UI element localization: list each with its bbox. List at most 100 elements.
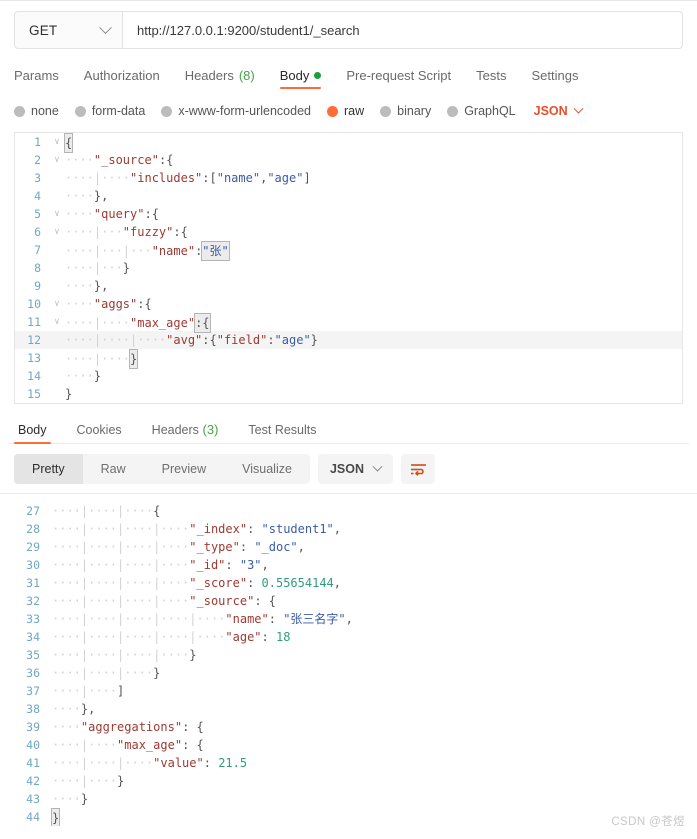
response-body-viewer[interactable]: 27 ····|····|····{28 ····|····|····|····"_… [14,502,683,826]
line-number: 13 [27,351,41,365]
line-number: 44 [26,810,40,824]
code-line: 33 ····|····|····|····|····"name": "张三名字"… [14,610,683,628]
body-type-radio-group: none form-data x-www-form-urlencoded raw bin… [14,100,683,122]
fold-toggle-icon[interactable]: ∨ [51,313,63,331]
token-k: "aggs" [93,297,138,311]
code-line-text: ····|····|····|····} [50,646,683,664]
body-type-form-data[interactable]: form-data [74,104,145,118]
code-line: 2 ∨ ····"_source":{ [15,151,682,169]
body-type-raw[interactable]: raw [327,104,364,118]
chevron-down-icon [99,20,112,34]
token-ind: ····|···· [52,774,118,788]
token-ind: ···· [65,369,94,383]
body-type-label: binary [397,104,432,118]
view-mode-visualize[interactable]: Visualize [224,454,310,484]
code-line: 15} [15,385,682,403]
view-mode-pretty[interactable]: Pretty [14,454,83,484]
token-p: } [93,369,102,383]
body-present-dot-icon [314,72,322,79]
token-s: "_doc" [254,540,298,554]
body-type-none[interactable]: none [14,104,59,118]
line-number: 6 [34,225,41,239]
token-p: :{ [144,207,159,221]
line-number: 32 [26,594,40,608]
token-p: { [153,504,161,518]
fold-toggle-icon[interactable]: ∨ [51,223,63,241]
token-p: } [189,648,197,662]
fold-toggle-icon[interactable]: ∨ [51,295,63,313]
line-number: 35 [26,648,40,662]
url-input[interactable]: http://127.0.0.1:9200/student1/_search [123,12,682,48]
code-line-text: ····|····] [50,682,683,700]
code-line: 40 ····|····"max_age": { [14,736,683,754]
line-number: 37 [26,684,40,698]
response-tab-body[interactable]: Body [14,423,51,444]
token-ind: ····|····|···· [52,756,154,770]
request-tab-bar: Params Authorization Headers (8) Body Pre-req… [14,61,683,89]
view-mode-raw[interactable]: Raw [83,454,144,484]
body-type-binary[interactable]: binary [380,104,431,118]
line-number: 34 [26,630,40,644]
code-line: 44} [14,808,683,826]
response-tab-test-results[interactable]: Test Results [244,423,320,443]
token-ind: ····|····|···· [52,504,154,518]
code-line: 5 ∨ ····"query":{ [15,205,682,223]
request-tab-settings[interactable]: Settings [531,68,591,89]
code-line-text: ····|····|····|····"_type": "_doc", [50,538,683,556]
body-format-select[interactable]: JSON [534,103,584,118]
request-tab-params[interactable]: Params [14,68,72,89]
request-tab-tests[interactable]: Tests [476,68,519,89]
code-line: 8 ····|···} [15,259,682,277]
token-ind: ····|····|····|···· [52,576,190,590]
code-line: 43 ····} [14,790,683,808]
word-wrap-icon [410,464,426,476]
request-body-editor[interactable]: 1 ∨{2 ∨ ····"_source":{3 ····|····"includes"… [14,132,683,404]
token-p: , [261,558,269,572]
response-tab-headers[interactable]: Headers (3) [148,422,223,443]
token-p: } [51,808,61,826]
token-p: : { [182,738,204,752]
fold-toggle-icon[interactable]: ∨ [51,205,63,223]
token-p: : [203,756,219,770]
token-k: "max_age" [130,316,196,330]
request-tab-headers[interactable]: Headers (8) [185,68,268,89]
code-line-text: ····|····|····|····|····"age": 18 [50,628,683,646]
body-type-graphql[interactable]: GraphQL [447,104,516,118]
token-k: "name" [151,244,196,258]
response-toolbar: Pretty Raw Preview Visualize JSON [14,454,683,484]
request-tab-authorization[interactable]: Authorization [84,68,173,89]
response-tab-cookies[interactable]: Cookies [73,423,126,443]
token-p: , [297,540,305,554]
request-tab-body[interactable]: Body [279,68,335,89]
token-k: "name" [225,612,269,626]
fold-toggle-icon[interactable]: ∨ [51,133,63,151]
token-p: : { [182,720,204,734]
token-k: "query" [93,207,145,221]
word-wrap-button[interactable] [401,454,435,484]
fold-toggle-icon[interactable]: ∨ [51,151,63,169]
request-tab-pre-request-script[interactable]: Pre-request Script [346,68,464,89]
code-line-text: ····|····|····} [50,664,683,682]
token-k: "age" [225,630,262,644]
code-line-text: ····|····"includes":["name","age"] [63,169,682,187]
request-tab-label: Params [14,68,59,83]
http-method-label: GET [29,22,58,38]
body-type-x-www-form-urlencoded[interactable]: x-www-form-urlencoded [161,104,311,118]
response-format-label: JSON [329,462,364,476]
token-p: ] [303,171,311,185]
http-method-select[interactable]: GET [15,12,123,48]
code-line: 3 ····|····"includes":["name","age"] [15,169,682,187]
code-line: 12 ····|····|····"avg":{"field":"age"} [15,331,682,349]
response-format-select[interactable]: JSON [317,454,393,484]
response-tab-count: (3) [198,422,219,437]
request-tab-count: (8) [238,68,255,83]
request-tab-label: Settings [531,68,579,83]
view-mode-preview[interactable]: Preview [144,454,224,484]
token-p: : [239,540,255,554]
token-ind: ····|··· [65,261,123,275]
token-p: : [268,612,284,626]
code-line: 7 ····|···|···"name":"张" [15,241,682,261]
line-number: 14 [27,369,41,383]
